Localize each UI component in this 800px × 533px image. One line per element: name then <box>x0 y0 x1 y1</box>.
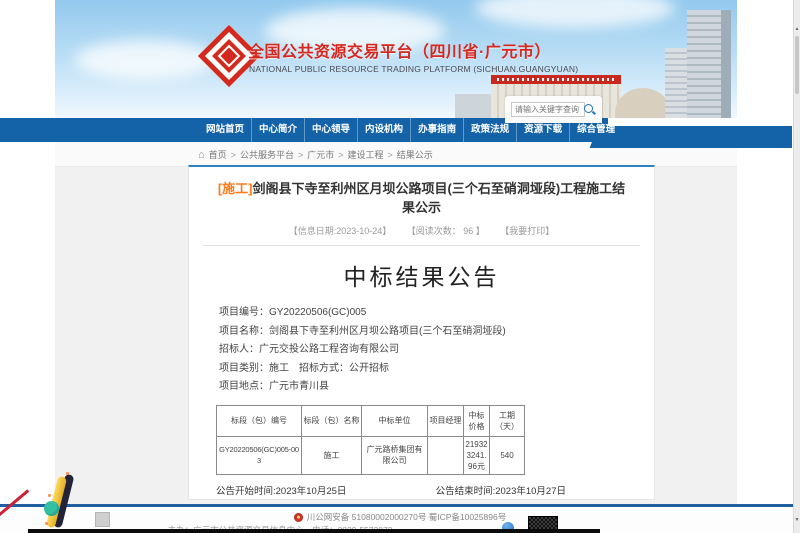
breadcrumb-separator: > <box>231 150 236 160</box>
nav-item[interactable]: 中心简介 <box>252 118 305 142</box>
result-table: 标段（包）编号标段（包）名称中标单位项目经理中标价格工期（天） GY202205… <box>216 405 525 475</box>
cloud-decoration <box>75 40 215 80</box>
table-body: GY20220506(GC)005-003施工广元路桥集团有限公司 2193232… <box>217 436 525 474</box>
breadcrumb: ⌂ 首页 > 公共服务平台 > 广元市 > 建设工程 > 结果公示 <box>198 148 433 161</box>
project-field: 项目名称：剑阁县下寺至利州区月坝公路项目(三个石至硝洞垭段) <box>219 323 654 342</box>
nav-item[interactable]: 中心领导 <box>305 118 358 142</box>
site-subtitle: NATIONAL PUBLIC RESOURCE TRADING PLATFOR… <box>249 64 578 74</box>
table-cell: 广元路桥集团有限公司 <box>362 436 428 474</box>
table-cell: 540 <box>490 436 525 474</box>
search-icon[interactable] <box>582 102 597 117</box>
breadcrumb-item[interactable]: 广元市 <box>307 148 334 161</box>
police-emblem-icon <box>294 513 303 522</box>
home-icon: ⌂ <box>198 150 205 160</box>
taskbar-strip <box>28 529 600 533</box>
project-field: 项目编号：GY20220506(GC)005 <box>219 304 654 323</box>
breadcrumb-separator: > <box>298 150 303 160</box>
building-red-sign <box>491 75 621 84</box>
breadcrumb-item: 结果公示 <box>397 148 433 161</box>
nav-item[interactable]: 内设机构 <box>358 118 411 142</box>
article-meta: 【信息日期:2023-10-24】 【阅读次数： 96 】 【我要打印】 <box>189 224 654 237</box>
article-title-text: 剑阁县下寺至利州区月坝公路项目(三个石至硝洞垭段)工程施工结果公示 <box>253 181 626 215</box>
table-header-cell: 标段（包）名称 <box>302 405 362 436</box>
building-illustration <box>687 10 731 118</box>
search-input[interactable] <box>511 102 585 117</box>
nav-item[interactable]: 网站首页 <box>199 118 252 142</box>
print-link[interactable]: 【我要打印】 <box>505 226 555 236</box>
scrollbar[interactable] <box>793 0 800 533</box>
nav-bar-extension <box>600 126 792 148</box>
pencil-decoration <box>44 474 76 532</box>
record-numbers: 川公网安备 51080002000270号 蜀ICP备10025896号 <box>307 511 506 523</box>
cloud-decoration <box>475 0 675 28</box>
spark-decoration <box>48 494 51 497</box>
building-illustration <box>615 88 671 118</box>
table-header-cell: 项目经理 <box>428 405 464 436</box>
building-illustration <box>665 48 687 118</box>
scrollbar-thumb[interactable] <box>795 36 799 94</box>
article-category-tag: [施工] <box>218 181 253 196</box>
announcement-period: 公告开始时间:2023年10月25日 公告结束时间:2023年10月27日 <box>216 483 566 497</box>
site-title: 全国公共资源交易平台（四川省·广元市） <box>248 38 551 62</box>
table-cell <box>428 436 464 474</box>
divider <box>203 245 640 246</box>
nav-item[interactable]: 办事指南 <box>411 118 464 142</box>
breadcrumb-item[interactable]: 公共服务平台 <box>240 148 294 161</box>
breadcrumb-separator: > <box>338 150 343 160</box>
table-header-row: 标段（包）编号标段（包）名称中标单位项目经理中标价格工期（天） <box>217 405 525 436</box>
table-header-cell: 中标单位 <box>362 405 428 436</box>
breadcrumb-item[interactable]: 首页 <box>209 148 227 161</box>
breadcrumb-trail: 首页 > 公共服务平台 > 广元市 > 建设工程 > 结果公示 <box>209 148 433 161</box>
table-cell: 219323241.96元 <box>464 436 490 474</box>
footer-top-border <box>0 504 800 507</box>
period-end: 公告结束时间:2023年10月27日 <box>436 483 566 497</box>
announcement-panel: [施工]剑阁县下寺至利州区月坝公路项目(三个石至硝洞垭段)工程施工结果公示 【信… <box>188 165 655 500</box>
breadcrumb-separator: > <box>388 150 393 160</box>
project-fields: 项目编号：GY20220506(GC)005项目名称：剑阁县下寺至利州区月坝公路… <box>219 304 654 397</box>
browser-page: 全国公共资源交易平台（四川省·广元市） NATIONAL PUBLIC RESO… <box>0 0 800 533</box>
site-banner: 全国公共资源交易平台（四川省·广元市） NATIONAL PUBLIC RESO… <box>55 0 737 118</box>
table-cell: GY20220506(GC)005-003 <box>217 436 302 474</box>
spark-decoration <box>45 522 48 525</box>
building-illustration <box>455 94 495 118</box>
table-header-cell: 标段（包）编号 <box>217 405 302 436</box>
table-header-cell: 中标价格 <box>464 405 490 436</box>
project-field: 项目类别：施工 招标方式：公开招标 <box>219 360 654 379</box>
scrollbar-up-icon[interactable] <box>794 26 800 32</box>
spark-decoration <box>66 472 69 475</box>
announcement-heading: 中标结果公告 <box>189 258 654 292</box>
desktop-icon-placeholder <box>95 512 110 527</box>
search-box <box>505 96 602 123</box>
table-row: GY20220506(GC)005-003施工广元路桥集团有限公司 2193232… <box>217 436 525 474</box>
breadcrumb-item[interactable]: 建设工程 <box>348 148 384 161</box>
project-field: 项目地点：广元市青川县 <box>219 378 654 397</box>
table-cell: 施工 <box>302 436 362 474</box>
scrollbar-down-icon[interactable] <box>794 517 800 523</box>
table-header-cell: 工期（天） <box>490 405 525 436</box>
project-field: 招标人：广元交投公路工程咨询有限公司 <box>219 341 654 360</box>
info-date-label: 【信息日期:2023-10-24】 <box>289 226 392 236</box>
teal-dot-decoration <box>44 501 59 516</box>
read-count-label: 【阅读次数： 96 】 <box>411 226 485 236</box>
article-title: [施工]剑阁县下寺至利州区月坝公路项目(三个石至硝洞垭段)工程施工结果公示 <box>217 179 626 217</box>
period-start: 公告开始时间:2023年10月25日 <box>216 483 346 497</box>
footer-record-line: 川公网安备 51080002000270号 蜀ICP备10025896号 <box>0 511 800 523</box>
